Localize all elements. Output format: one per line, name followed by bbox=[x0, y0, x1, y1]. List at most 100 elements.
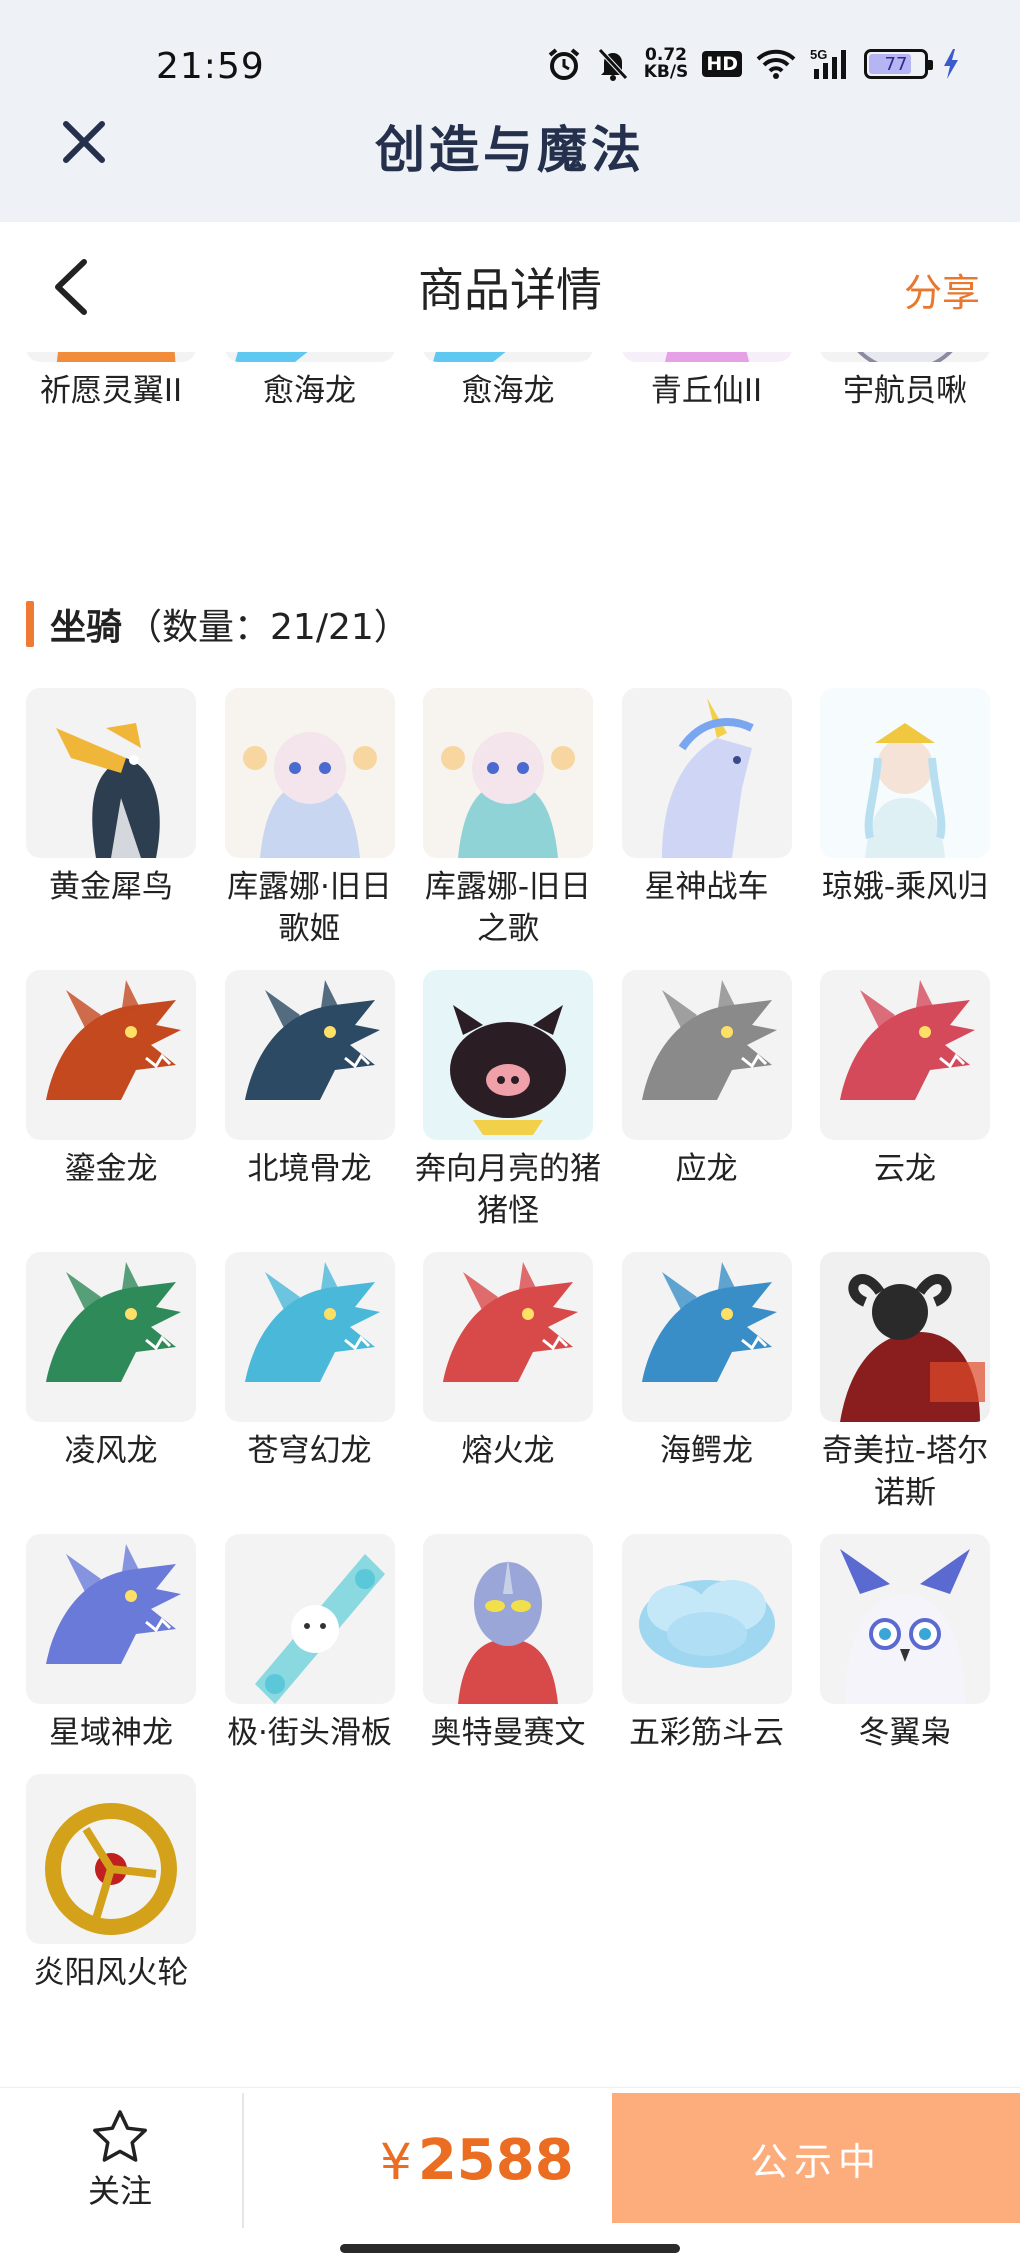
dragon-icon bbox=[820, 970, 990, 1140]
net-speed: 0.72 KB/S bbox=[643, 45, 689, 82]
dragon-icon bbox=[423, 1252, 593, 1422]
share-button[interactable]: 分享 bbox=[904, 262, 980, 317]
item-card[interactable]: 奔向月亮的猪猪怪 bbox=[415, 970, 601, 1232]
app-screen: 21:59 0.72 KB/S HD 5G 77 创造与魔法 商品详情 分享 祈… bbox=[0, 0, 1020, 2267]
item-card[interactable]: II 祈愿灵翼II bbox=[26, 352, 196, 412]
item-card[interactable]: 熔火龙 bbox=[423, 1252, 593, 1514]
item-card[interactable]: 宇航员啾 bbox=[820, 352, 990, 412]
pig-icon bbox=[423, 970, 593, 1140]
item-name: 黄金犀鸟 bbox=[49, 869, 173, 905]
price-currency: ¥ bbox=[380, 2133, 412, 2191]
section-accent-bar bbox=[26, 601, 34, 647]
item-name: 奇美拉-塔尔诺斯 bbox=[821, 1433, 989, 1511]
item-card[interactable]: 愈海龙 bbox=[224, 352, 395, 412]
sea-dragon-icon bbox=[423, 352, 593, 362]
item-name: 库露娜-旧日之歌 bbox=[424, 869, 592, 947]
item-name: 北境骨龙 bbox=[247, 1151, 372, 1187]
bottom-action-bar: 关注 ¥ 2588 公示中 bbox=[0, 2087, 1020, 2267]
previous-section-grid: II 祈愿灵翼II 愈海龙 愈海龙 II 青丘仙II 宇航员啾 bbox=[26, 352, 996, 412]
alarm-icon bbox=[546, 46, 582, 82]
dragon-icon bbox=[621, 970, 792, 1140]
item-name: 冬翼枭 bbox=[858, 1715, 952, 1751]
item-card[interactable]: 星神战车 bbox=[621, 688, 792, 950]
dragon-icon bbox=[26, 1534, 196, 1704]
item-name: 星神战车 bbox=[644, 869, 769, 905]
item-card[interactable]: 库露娜·旧日歌姬 bbox=[224, 688, 395, 950]
item-name: 云龙 bbox=[874, 1151, 936, 1187]
item-name: 奥特曼赛文 bbox=[430, 1715, 586, 1751]
item-name: 愈海龙 bbox=[461, 373, 555, 409]
item-card[interactable]: 奇美拉-塔尔诺斯 bbox=[820, 1252, 990, 1514]
item-card[interactable]: 炎阳风火轮 bbox=[26, 1774, 196, 1994]
item-name: 宇航员啾 bbox=[843, 373, 967, 409]
cellular-signal-icon: 5G bbox=[810, 47, 850, 81]
item-name: 奔向月亮的猪猪怪 bbox=[415, 1151, 601, 1229]
item-card[interactable]: 苍穹幻龙 bbox=[224, 1252, 395, 1514]
item-card[interactable]: 琼娥-乘风归 bbox=[820, 688, 990, 950]
item-card[interactable]: 鎏金龙 bbox=[26, 970, 196, 1232]
follow-label: 关注 bbox=[87, 2172, 152, 2210]
item-card[interactable]: 海鳄龙 bbox=[621, 1252, 792, 1514]
home-indicator[interactable] bbox=[340, 2244, 680, 2253]
item-name: 极·街头滑板 bbox=[227, 1715, 392, 1751]
section-count: （数量：21/21） bbox=[126, 607, 410, 648]
dragon-icon bbox=[621, 1252, 792, 1422]
item-name: 五彩筋斗云 bbox=[629, 1715, 784, 1751]
item-name: 库露娜·旧日歌姬 bbox=[227, 869, 392, 947]
mute-bell-icon bbox=[596, 46, 630, 82]
page-title: 商品详情 bbox=[418, 263, 602, 317]
item-card[interactable]: 奥特曼赛文 bbox=[423, 1534, 593, 1754]
skateboard-icon bbox=[224, 1534, 395, 1704]
status-time: 21:59 bbox=[156, 46, 265, 87]
dragon-icon bbox=[26, 970, 196, 1140]
cloud-icon bbox=[621, 1534, 792, 1704]
unicorn-icon bbox=[621, 688, 792, 858]
item-name: 青丘仙II bbox=[650, 373, 763, 409]
item-name: 苍穹幻龙 bbox=[247, 1433, 372, 1469]
dragon-icon bbox=[26, 1252, 196, 1422]
hd-badge: HD bbox=[702, 51, 742, 77]
price-value: 2588 bbox=[417, 2128, 574, 2193]
page-header: 商品详情 分享 bbox=[0, 222, 1020, 352]
chimera-icon bbox=[820, 1252, 990, 1422]
item-name: 熔火龙 bbox=[461, 1433, 555, 1469]
status-button[interactable]: 公示中 bbox=[612, 2093, 1020, 2223]
battery-icon: 77 bbox=[864, 49, 933, 79]
mounts-section-header: 坐骑 （数量：21/21） bbox=[26, 598, 410, 650]
item-card[interactable]: II 青丘仙II bbox=[621, 352, 792, 412]
item-card[interactable]: 星域神龙 bbox=[26, 1534, 196, 1754]
wifi-icon bbox=[756, 48, 796, 80]
product-detail-content[interactable]: II 祈愿灵翼II 愈海龙 愈海龙 II 青丘仙II 宇航员啾 坐骑 （数量：21/… bbox=[0, 352, 1020, 2087]
price: ¥ 2588 bbox=[380, 2128, 574, 2193]
app-title: 创造与魔法 bbox=[375, 120, 645, 179]
section-label: 坐骑 bbox=[50, 607, 123, 648]
fire-wheel-icon bbox=[26, 1774, 196, 1944]
hornbill-icon bbox=[26, 688, 196, 858]
dragon-icon bbox=[224, 1252, 395, 1422]
item-card[interactable]: 冬翼枭 bbox=[820, 1534, 990, 1754]
item-name: 应龙 bbox=[675, 1151, 738, 1187]
item-name: 星域神龙 bbox=[49, 1715, 173, 1751]
star-icon bbox=[93, 2110, 147, 2162]
item-card[interactable]: 愈海龙 bbox=[423, 352, 593, 412]
item-card[interactable]: 应龙 bbox=[621, 970, 792, 1232]
follow-button[interactable]: 关注 bbox=[60, 2108, 180, 2212]
item-card[interactable]: 云龙 bbox=[820, 970, 990, 1232]
hero-icon bbox=[423, 1534, 593, 1704]
divider bbox=[242, 2093, 244, 2228]
app-header: 21:59 0.72 KB/S HD 5G 77 创造与魔法 bbox=[0, 0, 1020, 222]
mounts-grid: 黄金犀鸟 库露娜·旧日歌姬 库露娜-旧日之歌 星神战车 琼娥-乘风归 鎏金龙 北… bbox=[26, 688, 996, 1994]
item-card[interactable]: 极·街头滑板 bbox=[224, 1534, 395, 1754]
item-name: 海鳄龙 bbox=[660, 1433, 753, 1469]
item-card[interactable]: 黄金犀鸟 bbox=[26, 688, 196, 950]
item-card[interactable]: 北境骨龙 bbox=[224, 970, 395, 1232]
item-name: 祈愿灵翼II bbox=[39, 373, 183, 409]
item-card[interactable]: 五彩筋斗云 bbox=[621, 1534, 792, 1754]
item-card[interactable]: 凌风龙 bbox=[26, 1252, 196, 1514]
fox-fairy-icon: II bbox=[621, 352, 792, 362]
status-icons: 0.72 KB/S HD 5G 77 bbox=[546, 42, 960, 86]
item-card[interactable]: 库露娜-旧日之歌 bbox=[423, 688, 593, 950]
idol-icon bbox=[423, 688, 593, 858]
item-name: 鎏金龙 bbox=[64, 1151, 158, 1187]
idol-icon bbox=[224, 688, 395, 858]
